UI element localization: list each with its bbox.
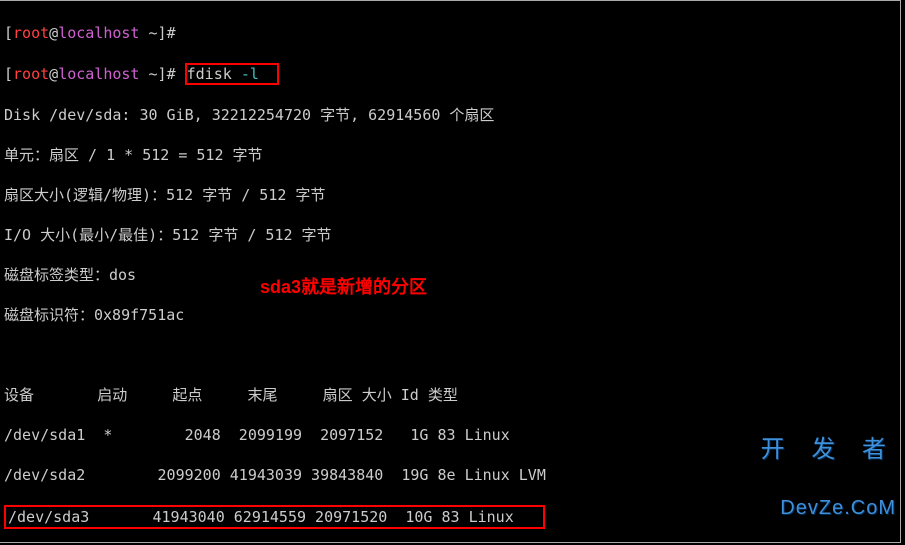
partition-row-sda3-box: /dev/sda3 41943040 62914559 20971520 10G… (4, 505, 896, 529)
bracket: ] (158, 65, 167, 83)
at-sign: @ (49, 24, 58, 42)
prompt-hash: # (167, 65, 185, 83)
partition-row-sda2: /dev/sda2 2099200 41943039 39843840 19G … (4, 465, 896, 485)
at-sign: @ (49, 65, 58, 83)
partition-header: 设备 启动 起点 末尾 扇区 大小 Id 类型 (4, 385, 896, 405)
prompt-path: ~ (139, 24, 157, 42)
new-partition-highlight: /dev/sda3 41943040 62914559 20971520 10G… (4, 505, 545, 529)
prompt-user: root (13, 24, 49, 42)
terminal-window[interactable]: [root@localhost ~]# [root@localhost ~]# … (0, 0, 901, 543)
prompt-line-2: [root@localhost ~]# fdisk -l (4, 63, 896, 85)
disk-sda-id: 磁盘标识符：0x89f751ac (4, 305, 896, 325)
fdisk-command: fdisk (187, 65, 241, 83)
partition-row-sda3: /dev/sda3 41943040 62914559 20971520 10G… (8, 508, 514, 526)
prompt-line-1: [root@localhost ~]# (4, 23, 896, 43)
prompt-path: ~ (139, 65, 157, 83)
prompt-host: localhost (58, 24, 139, 42)
fdisk-flag: -l (241, 65, 259, 83)
bracket: [ (4, 24, 13, 42)
annotation-text: sda3就是新增的分区 (260, 277, 427, 297)
partition-row-sda1: /dev/sda1 * 2048 2099199 2097152 1G 83 L… (4, 425, 896, 445)
command-highlight-box: fdisk -l (185, 63, 279, 85)
prompt-user: root (13, 65, 49, 83)
disk-sda-sector: 扇区大小(逻辑/物理)：512 字节 / 512 字节 (4, 185, 896, 205)
disk-sda-unit: 单元：扇区 / 1 * 512 = 512 字节 (4, 145, 896, 165)
disk-sda-label: 磁盘标签类型：dos (4, 265, 896, 285)
prompt-hash: # (167, 24, 185, 42)
bracket: ] (158, 24, 167, 42)
disk-sda-info: Disk /dev/sda: 30 GiB, 32212254720 字节, 6… (4, 105, 896, 125)
blank-line (4, 345, 896, 365)
bracket: [ (4, 65, 13, 83)
prompt-host: localhost (58, 65, 139, 83)
disk-sda-io: I/O 大小(最小/最佳)：512 字节 / 512 字节 (4, 225, 896, 245)
